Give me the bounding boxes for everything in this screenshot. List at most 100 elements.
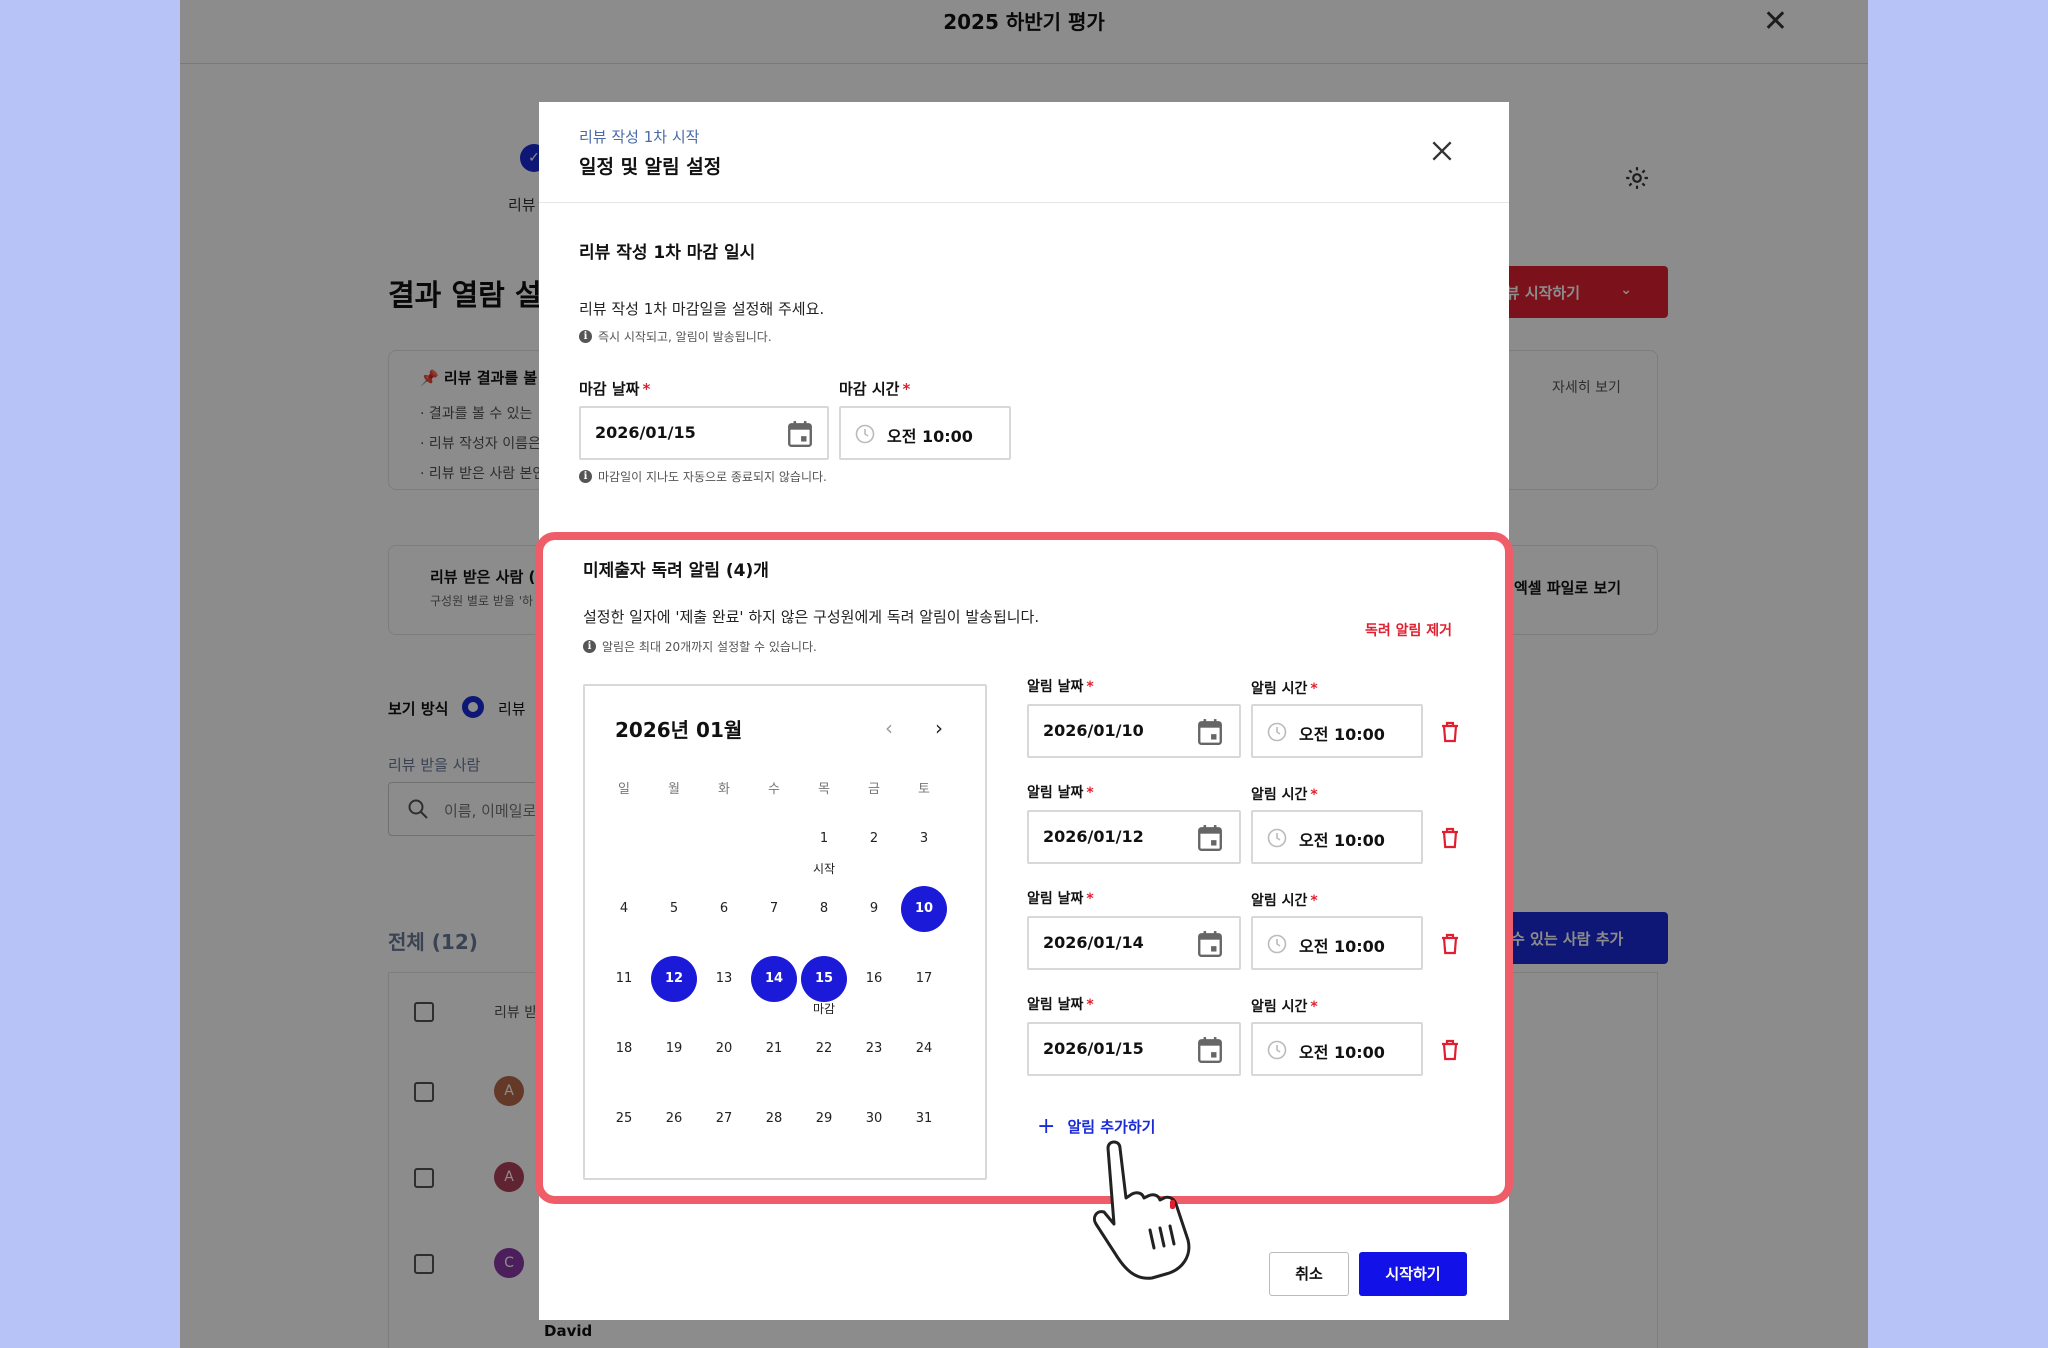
calendar-day[interactable]: 10	[901, 886, 947, 932]
calendar-day[interactable]: 8	[801, 886, 847, 932]
reminder-description: 설정한 일자에 '제출 완료' 하지 않은 구성원에게 독려 알림이 발송됩니다…	[583, 608, 1040, 626]
alarm-time-label: 알림 시간 *	[1251, 681, 1318, 697]
close-icon[interactable]	[1429, 138, 1455, 164]
alarm-time-field[interactable]: 오전 10:00	[1251, 1022, 1423, 1076]
weekday-label: 화	[718, 782, 730, 797]
deadline-time-value: 오전 10:00	[887, 427, 973, 446]
calendar-day[interactable]: 29	[801, 1096, 847, 1142]
calendar-month-title: 2026년 01월	[615, 718, 743, 742]
calendar: 2026년 01월 ‹ › 일 월 화 수 목 금 토 1 시작 2 3 4 5 6 7 8 9 10 11 12 13…	[583, 684, 987, 1180]
cancel-button[interactable]: 취소	[1269, 1252, 1349, 1296]
deadline-time-label: 마감 시간 *	[839, 380, 911, 398]
pointer-hand-icon	[1092, 1140, 1191, 1280]
modal-divider	[539, 202, 1509, 203]
chevron-right-icon[interactable]: ›	[935, 716, 943, 740]
calendar-icon[interactable]	[1197, 930, 1223, 958]
start-button[interactable]: 시작하기	[1359, 1252, 1467, 1296]
alarm-date-label: 알림 날짜 *	[1027, 997, 1094, 1013]
alarm-date-field[interactable]: 2026/01/12	[1027, 810, 1241, 864]
calendar-icon[interactable]	[1197, 1036, 1223, 1064]
alarm-time-value: 오전 10:00	[1299, 831, 1385, 850]
calendar-day[interactable]: 20	[701, 1026, 747, 1072]
calendar-day[interactable]: 24	[901, 1026, 947, 1072]
add-alarm-button[interactable]: + 알림 추가하기	[1037, 1114, 1155, 1139]
calendar-day[interactable]: 13	[701, 956, 747, 1002]
modal-subtitle: 리뷰 작성 1차 시작	[579, 128, 700, 146]
calendar-day[interactable]: 30	[851, 1096, 897, 1142]
alarm-date-field[interactable]: 2026/01/15	[1027, 1022, 1241, 1076]
calendar-day[interactable]: 23	[851, 1026, 897, 1072]
calendar-day[interactable]: 5	[651, 886, 697, 932]
remove-reminder-link[interactable]: 독려 알림 제거	[1365, 620, 1452, 640]
alarm-time-field[interactable]: 오전 10:00	[1251, 810, 1423, 864]
calendar-day[interactable]: 2	[851, 816, 897, 862]
calendar-day[interactable]: 15	[801, 956, 847, 1002]
end-tag: 마감	[812, 1002, 836, 1016]
weekday-label: 금	[868, 782, 880, 797]
calendar-day[interactable]: 9	[851, 886, 897, 932]
deadline-note: i 즉시 시작되고, 알림이 발송됩니다.	[579, 328, 772, 345]
calendar-icon[interactable]	[1197, 718, 1223, 746]
alarm-time-value: 오전 10:00	[1299, 725, 1385, 744]
deadline-description: 리뷰 작성 1차 마감일을 설정해 주세요.	[579, 300, 825, 318]
calendar-day[interactable]: 7	[751, 886, 797, 932]
calendar-day[interactable]: 26	[651, 1096, 697, 1142]
deadline-date-field[interactable]: 2026/01/15	[579, 406, 829, 460]
alarm-date-label: 알림 날짜 *	[1027, 785, 1094, 801]
reminder-note: i 알림은 최대 20개까지 설정할 수 있습니다.	[583, 638, 817, 655]
trash-icon[interactable]	[1439, 1038, 1461, 1062]
deadline-time-field[interactable]: 오전 10:00	[839, 406, 1011, 460]
clock-icon	[1267, 1040, 1287, 1060]
calendar-day[interactable]: 21	[751, 1026, 797, 1072]
alarm-date-field[interactable]: 2026/01/14	[1027, 916, 1241, 970]
trash-icon[interactable]	[1439, 720, 1461, 744]
trash-icon[interactable]	[1439, 826, 1461, 850]
calendar-day[interactable]: 3	[901, 816, 947, 862]
alarm-date-value: 2026/01/15	[1043, 1039, 1144, 1058]
calendar-day[interactable]: 14	[751, 956, 797, 1002]
calendar-day[interactable]: 25	[601, 1096, 647, 1142]
reminder-note-text: 알림은 최대 20개까지 설정할 수 있습니다.	[602, 640, 817, 654]
deadline-note-text: 즉시 시작되고, 알림이 발송됩니다.	[598, 330, 772, 344]
alarm-time-label: 알림 시간 *	[1251, 893, 1318, 909]
alarm-time-label: 알림 시간 *	[1251, 999, 1318, 1015]
calendar-day[interactable]: 4	[601, 886, 647, 932]
clock-icon	[1267, 934, 1287, 954]
weekday-label: 목	[818, 782, 830, 797]
calendar-day[interactable]: 6	[701, 886, 747, 932]
clock-icon	[1267, 828, 1287, 848]
calendar-icon[interactable]	[787, 420, 813, 448]
deadline-section-title: 리뷰 작성 1차 마감 일시	[579, 243, 756, 263]
calendar-day[interactable]: 31	[901, 1096, 947, 1142]
calendar-day[interactable]: 28	[751, 1096, 797, 1142]
calendar-day[interactable]: 19	[651, 1026, 697, 1072]
calendar-day[interactable]: 22	[801, 1026, 847, 1072]
modal-title: 일정 및 알림 설정	[579, 156, 722, 178]
alarm-date-field[interactable]: 2026/01/10	[1027, 704, 1241, 758]
calendar-day[interactable]: 11	[601, 956, 647, 1002]
alarm-time-value: 오전 10:00	[1299, 937, 1385, 956]
trash-icon[interactable]	[1439, 932, 1461, 956]
alarm-date-label: 알림 날짜 *	[1027, 679, 1094, 695]
calendar-day[interactable]: 18	[601, 1026, 647, 1072]
calendar-day[interactable]: 17	[901, 956, 947, 1002]
calendar-day[interactable]: 16	[851, 956, 897, 1002]
calendar-day[interactable]: 1	[801, 816, 847, 862]
chevron-left-icon[interactable]: ‹	[885, 716, 893, 740]
calendar-day[interactable]: 12	[651, 956, 697, 1002]
info-icon: i	[583, 640, 596, 653]
alarm-time-field[interactable]: 오전 10:00	[1251, 704, 1423, 758]
alarm-date-label: 알림 날짜 *	[1027, 891, 1094, 907]
clock-icon	[1267, 722, 1287, 742]
info-icon: i	[579, 470, 592, 483]
add-alarm-label: 알림 추가하기	[1067, 1118, 1156, 1136]
calendar-icon[interactable]	[1197, 824, 1223, 852]
alarm-time-value: 오전 10:00	[1299, 1043, 1385, 1062]
reminder-section-title: 미제출자 독려 알림 (4)개	[583, 561, 769, 581]
alarm-time-field[interactable]: 오전 10:00	[1251, 916, 1423, 970]
calendar-day[interactable]: 27	[701, 1096, 747, 1142]
alarm-date-value: 2026/01/10	[1043, 721, 1144, 740]
weekday-label: 월	[668, 782, 680, 797]
info-icon: i	[579, 330, 592, 343]
alarm-time-label: 알림 시간 *	[1251, 787, 1318, 803]
